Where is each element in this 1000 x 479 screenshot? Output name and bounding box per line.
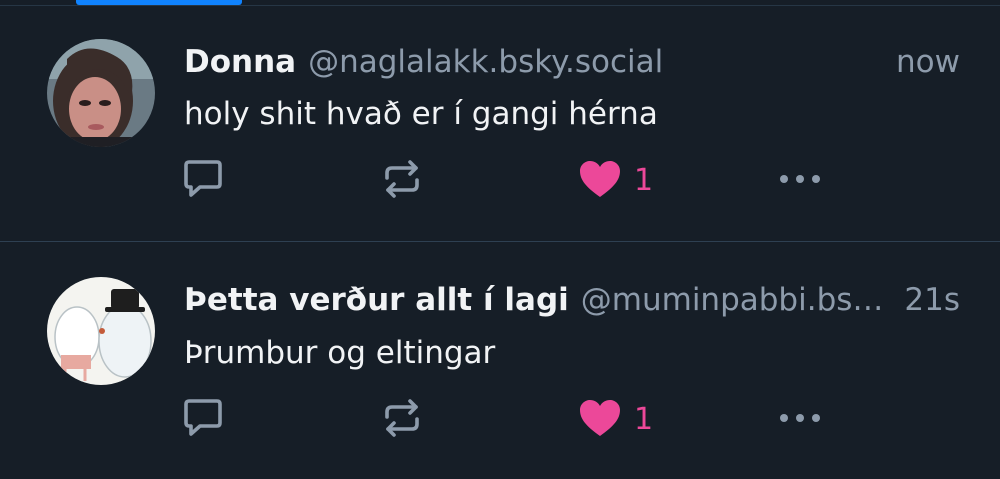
repost-button[interactable] (381, 395, 423, 445)
post-header: Þetta verður allt í lagi @muminpabbi.bsk… (184, 280, 960, 320)
author-name[interactable]: Þetta verður allt í lagi (184, 280, 569, 320)
more-icon (776, 408, 824, 432)
more-options-button[interactable] (776, 395, 824, 445)
repost-icon (381, 158, 423, 204)
post-header: Donna @naglalakk.bsky.social now (184, 42, 960, 82)
like-count: 1 (634, 402, 654, 437)
post-timestamp[interactable]: 21s (904, 280, 960, 320)
like-button[interactable]: 1 (578, 156, 653, 206)
repost-button[interactable] (381, 156, 423, 206)
more-icon (776, 169, 824, 193)
author-handle[interactable]: @muminpabbi.bsk... (581, 280, 891, 320)
heart-icon (578, 159, 622, 203)
author-name[interactable]: Donna (184, 42, 296, 82)
avatar[interactable] (47, 39, 155, 147)
post-text: holy shit hvað er í gangi hérna (184, 96, 658, 132)
feed-post[interactable]: Þetta verður allt í lagi @muminpabbi.bsk… (0, 243, 1000, 479)
reply-icon (182, 158, 224, 204)
heart-icon (578, 398, 622, 442)
post-actions: 1 (0, 395, 1000, 445)
like-count: 1 (634, 163, 654, 198)
post-text: Þrumbur og eltingar (184, 335, 496, 371)
reply-button[interactable] (182, 395, 224, 445)
like-button[interactable]: 1 (578, 395, 653, 445)
author-handle[interactable]: @naglalakk.bsky.social (308, 42, 960, 82)
more-options-button[interactable] (776, 156, 824, 206)
avatar[interactable] (47, 277, 155, 385)
feed-post[interactable]: Donna @naglalakk.bsky.social now holy sh… (0, 6, 1000, 242)
post-timestamp[interactable]: now (896, 42, 960, 82)
post-actions: 1 (0, 156, 1000, 206)
reply-icon (182, 397, 224, 443)
repost-icon (381, 397, 423, 443)
reply-button[interactable] (182, 156, 224, 206)
